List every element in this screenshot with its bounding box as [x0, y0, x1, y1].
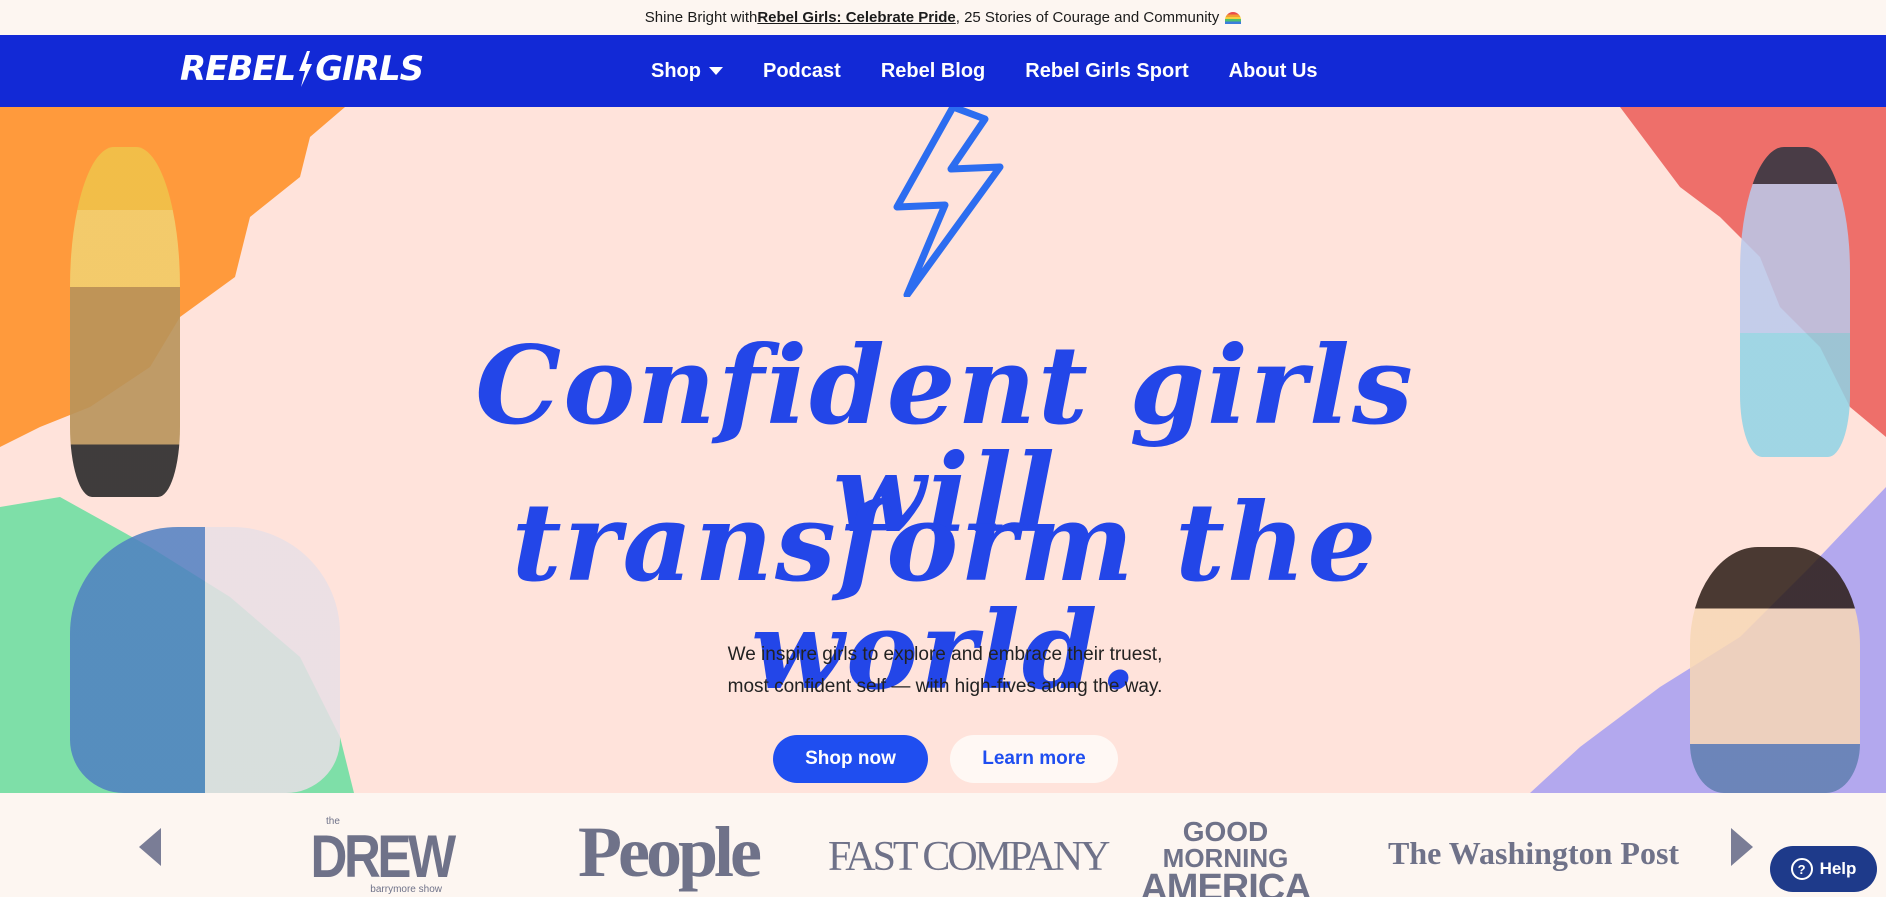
help-label: Help	[1819, 859, 1857, 878]
main-nav: REBEL GIRLS Shop Podcast Rebel Blog Rebe…	[0, 35, 1886, 107]
fast-company-logo: FAST COMPANY	[828, 834, 1111, 880]
nav-item-rebel-girls-sport[interactable]: Rebel Girls Sport	[1025, 60, 1188, 83]
learn-more-button[interactable]: Learn more	[950, 735, 1118, 783]
hero-subtitle-line1: We inspire girls to explore and embrace …	[727, 644, 1163, 665]
girl-skateboarder-image	[70, 147, 180, 497]
good-morning-america-logo: GOOD MORNING AMERICA	[1140, 816, 1311, 897]
washington-post-logo: The Washington Post	[1388, 835, 1680, 871]
carousel-prev-arrow[interactable]	[139, 828, 161, 866]
logo-text-left: REBEL	[180, 49, 296, 89]
nav-item-shop[interactable]: Shop	[651, 60, 723, 83]
shop-now-button[interactable]: Shop now	[773, 735, 928, 783]
girl-rollerskater-image	[1740, 147, 1850, 457]
nav-item-rebel-blog[interactable]: Rebel Blog	[881, 60, 985, 83]
question-mark-icon: ?	[1790, 858, 1813, 880]
announcement-suffix: , 25 Stories of Courage and Community	[955, 9, 1220, 26]
hero-subtitle: We inspire girls to explore and embrace …	[700, 639, 1190, 703]
drew-barrymore-show-logo: the DREW barrymore show	[310, 816, 457, 895]
announcement-bar: Shine Bright with Rebel Girls: Celebrate…	[0, 0, 1886, 35]
press-logos-carousel: the DREW barrymore show People FAST COMP…	[0, 793, 1886, 897]
girls-with-headphones-image	[70, 527, 340, 793]
chevron-down-icon	[709, 67, 723, 75]
help-button[interactable]: ? Help	[1770, 846, 1877, 892]
hero-section: Confident girls will transform the world…	[0, 107, 1886, 793]
nav-menu: Shop Podcast Rebel Blog Rebel Girls Spor…	[651, 35, 1318, 107]
announcement-prefix: Shine Bright with	[644, 9, 758, 26]
announcement-link[interactable]: Rebel Girls: Celebrate Pride	[757, 9, 955, 26]
nav-item-podcast[interactable]: Podcast	[763, 60, 841, 83]
girl-cheering-image	[1690, 547, 1860, 793]
rainbow-icon	[1225, 11, 1242, 24]
nav-item-label: Shop	[651, 59, 701, 82]
logo-text-right: GIRLS	[315, 49, 424, 89]
rebel-girls-logo[interactable]: REBEL GIRLS	[180, 49, 424, 89]
lightning-bolt-icon	[299, 51, 313, 87]
carousel-next-arrow[interactable]	[1731, 828, 1753, 866]
people-logo: People	[578, 812, 762, 892]
lightning-bolt-icon	[893, 107, 1004, 297]
nav-item-about-us[interactable]: About Us	[1229, 60, 1318, 83]
hero-subtitle-line2: most confident self — with high-fives al…	[727, 676, 1163, 697]
